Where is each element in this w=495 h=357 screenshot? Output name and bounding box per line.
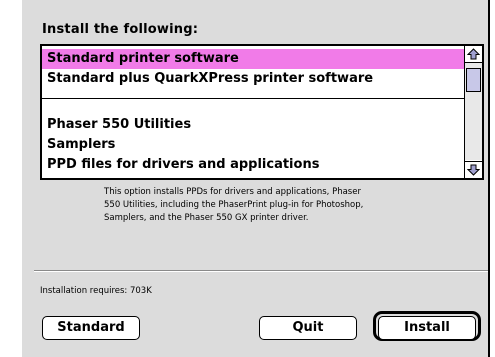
install-button[interactable]: Install [378,316,476,340]
scroll-down-arrow-icon[interactable] [465,161,482,178]
scroll-thumb[interactable] [466,68,481,92]
list-item-standard-printer-software[interactable]: Standard printer software [42,49,464,69]
scroll-up-arrow-icon[interactable] [465,46,482,63]
list-scrollbar[interactable] [464,46,482,178]
window-frame-left [0,0,24,357]
divider [34,270,488,272]
list-item-phaser-550-utilities[interactable]: Phaser 550 Utilities [42,115,464,135]
install-heading: Install the following: [42,22,199,37]
standard-button[interactable]: Standard [42,316,140,340]
list-item-standard-plus-quarkxpress[interactable]: Standard plus QuarkXPress printer softwa… [42,69,464,89]
installer-window: Install the following: Standard printer … [0,0,495,357]
install-dialog: Install the following: Standard printer … [22,0,488,357]
list-item-samplers[interactable]: Samplers [42,135,464,155]
install-options-list[interactable]: Standard printer software Standard plus … [40,44,484,180]
list-content: Standard printer software Standard plus … [42,46,464,178]
window-frame-right [488,0,495,357]
description-line: Samplers, and the Phaser 550 GX printer … [104,213,309,223]
list-divider [42,98,464,99]
description-line: 550 Utilities, including the PhaserPrint… [104,200,364,210]
option-description: This option installs PPDs for drivers an… [104,186,449,225]
list-item-ppd-files[interactable]: PPD files for drivers and applications [42,155,464,175]
description-line: This option installs PPDs for drivers an… [104,187,361,197]
installation-size-label: Installation requires: 703K [40,286,152,296]
quit-button[interactable]: Quit [259,316,357,340]
